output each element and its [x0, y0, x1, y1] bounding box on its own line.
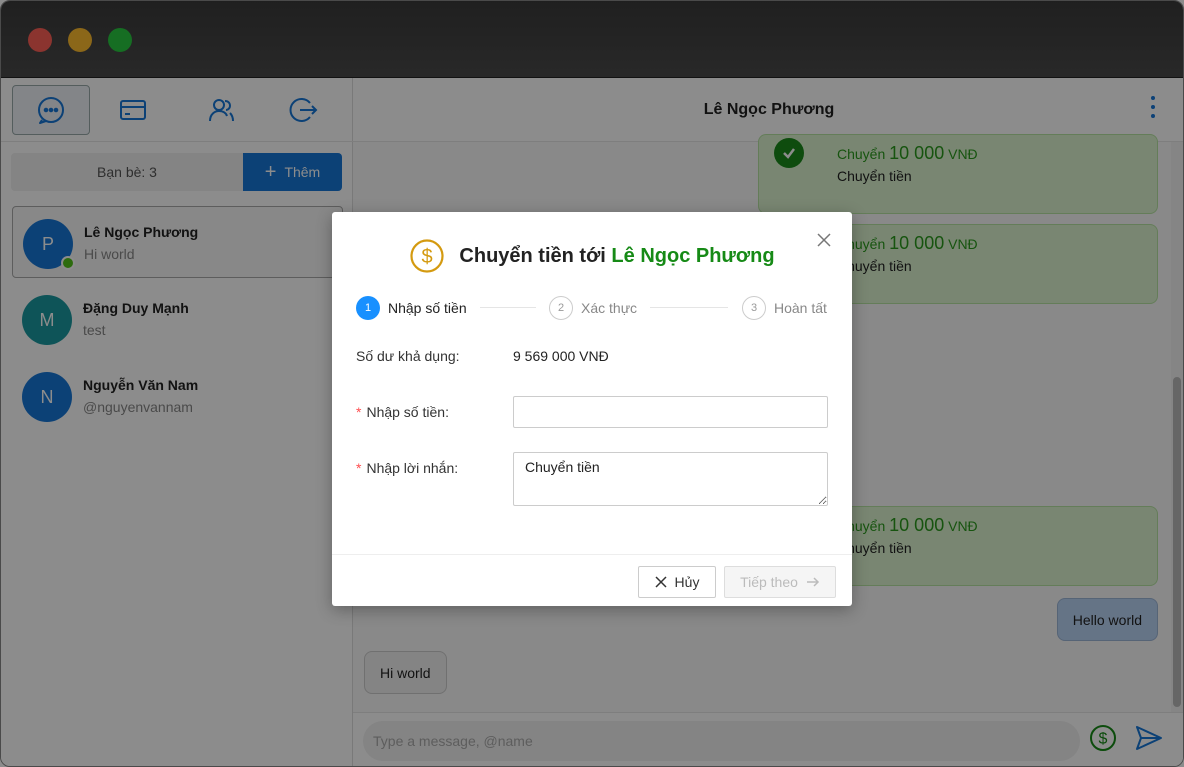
step-number: 3	[742, 296, 766, 320]
modal-title-recipient: Lê Ngọc Phương	[611, 244, 775, 267]
next-label: Tiếp theo	[740, 574, 798, 590]
balance-label: Số dư khả dụng:	[356, 348, 460, 364]
message-label: * Nhập lời nhắn:	[356, 460, 459, 476]
coin-icon: $	[410, 239, 445, 273]
next-button[interactable]: Tiếp theo	[724, 566, 836, 598]
modal-title: $ Chuyển tiền tới Lê Ngọc Phương	[332, 236, 852, 276]
step-label: Nhập số tiền	[388, 300, 467, 316]
cancel-button[interactable]: Hủy	[638, 566, 716, 598]
step-enter-amount: 1 Nhập số tiền	[356, 296, 467, 320]
message-textarea[interactable]: Chuyển tiền	[513, 452, 828, 506]
step-verify: 2 Xác thực	[549, 296, 637, 320]
balance-value: 9 569 000 VNĐ	[513, 348, 609, 364]
step-connector	[650, 307, 728, 308]
arrow-right-icon	[806, 577, 819, 587]
step-complete: 3 Hoàn tất	[742, 296, 827, 320]
close-icon	[655, 576, 667, 588]
modal-footer: Hủy Tiếp theo	[332, 554, 852, 606]
step-connector	[480, 307, 536, 308]
step-label: Xác thực	[581, 300, 638, 316]
step-label: Hoàn tất	[774, 300, 827, 316]
modal-title-prefix: Chuyển tiền tới	[459, 244, 606, 267]
steps-bar: 1 Nhập số tiền 2 Xác thực 3 Hoàn tất	[356, 296, 828, 320]
transfer-modal: $ Chuyển tiền tới Lê Ngọc Phương 1 Nhập …	[332, 212, 852, 606]
cancel-label: Hủy	[674, 574, 700, 590]
svg-text:$: $	[422, 246, 433, 268]
step-number: 1	[356, 296, 380, 320]
amount-label: * Nhập số tiền:	[356, 404, 449, 420]
amount-input[interactable]	[513, 396, 828, 428]
step-number: 2	[549, 296, 573, 320]
